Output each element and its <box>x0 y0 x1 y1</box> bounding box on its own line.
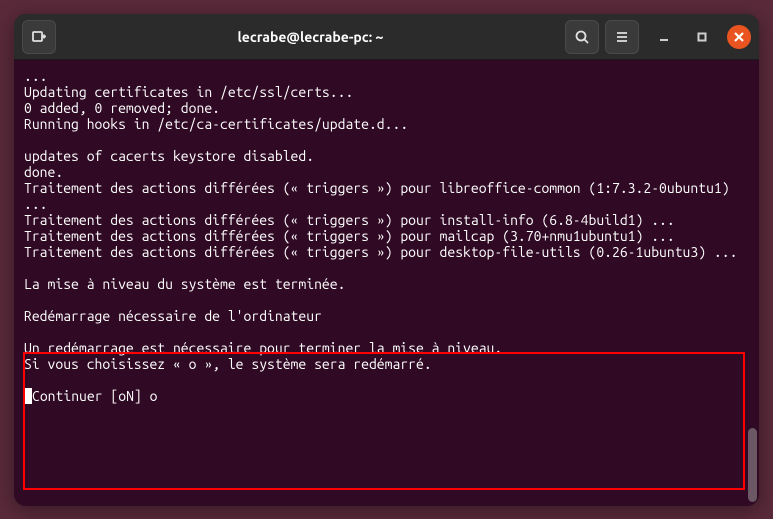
terminal-line: 0 added, 0 removed; done. <box>24 100 220 116</box>
maximize-button[interactable] <box>689 24 715 50</box>
close-button[interactable] <box>727 25 751 49</box>
terminal-line: updates of cacerts keystore disabled. <box>24 148 314 164</box>
terminal-line: done. <box>24 164 63 180</box>
terminal-line: Traitement des actions différées (« trig… <box>24 180 737 212</box>
new-tab-icon <box>31 29 47 45</box>
terminal-line: Traitement des actions différées (« trig… <box>24 228 675 244</box>
scrollbar-thumb[interactable] <box>748 428 757 502</box>
terminal-line: La mise à niveau du système est terminée… <box>24 276 345 292</box>
menu-button[interactable] <box>605 20 639 54</box>
terminal-line: Running hooks in /etc/ca-certificates/up… <box>24 116 408 132</box>
terminal-window: lecrabe@lecrabe-pc: ~ ... Updating certi… <box>14 14 759 506</box>
terminal-line: Traitement des actions différées (« trig… <box>24 212 675 228</box>
terminal-line: Redémarrage nécessaire de l'ordinateur <box>24 308 322 324</box>
window-title: lecrabe@lecrabe-pc: ~ <box>62 29 559 45</box>
hamburger-icon <box>614 29 630 45</box>
terminal-line: Updating certificates in /etc/ssl/certs.… <box>24 84 353 100</box>
minimize-button[interactable] <box>651 24 677 50</box>
terminal-line: Si vous choisissez « o », le système ser… <box>24 356 432 372</box>
close-icon <box>734 32 744 42</box>
prompt-label: Continuer [oN] <box>32 388 150 404</box>
terminal-content[interactable]: ... Updating certificates in /etc/ssl/ce… <box>14 60 759 506</box>
terminal-line: ... <box>24 68 48 84</box>
search-icon <box>574 29 590 45</box>
cursor <box>24 388 32 404</box>
minimize-icon <box>658 31 670 43</box>
new-tab-button[interactable] <box>22 20 56 54</box>
terminal-line: Un redémarrage est nécessaire pour termi… <box>24 340 502 356</box>
maximize-icon <box>696 31 708 43</box>
titlebar: lecrabe@lecrabe-pc: ~ <box>14 14 759 60</box>
highlight-box <box>23 352 745 490</box>
search-button[interactable] <box>565 20 599 54</box>
prompt-input: o <box>150 388 158 404</box>
terminal-line: Traitement des actions différées (« trig… <box>24 244 737 260</box>
